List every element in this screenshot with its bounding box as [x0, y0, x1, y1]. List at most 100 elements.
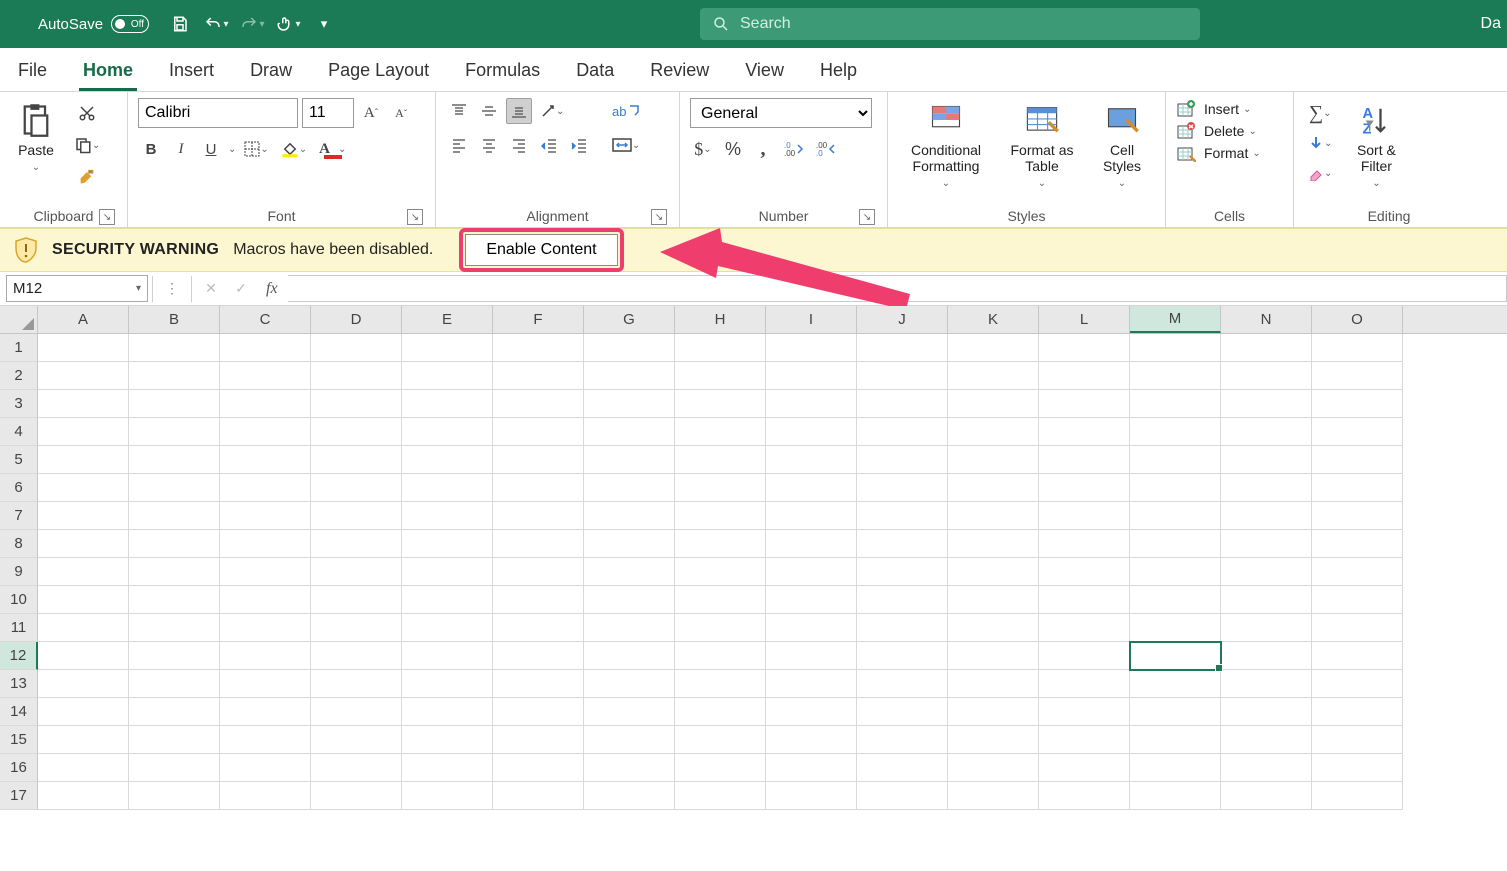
cell[interactable] [129, 530, 220, 558]
cell[interactable] [857, 726, 948, 754]
row-header[interactable]: 1 [0, 334, 38, 362]
cell[interactable] [129, 782, 220, 810]
cell[interactable] [766, 390, 857, 418]
cell[interactable] [493, 586, 584, 614]
cell[interactable] [1039, 474, 1130, 502]
cell[interactable] [1221, 782, 1312, 810]
cell[interactable] [220, 474, 311, 502]
clear-button[interactable]: ⌄ [1304, 160, 1336, 186]
row-header[interactable]: 10 [0, 586, 38, 614]
cell[interactable] [1221, 390, 1312, 418]
cell[interactable] [766, 642, 857, 670]
cell[interactable] [402, 530, 493, 558]
conditional-formatting-button[interactable]: Conditional Formatting⌄ [898, 98, 994, 194]
cell[interactable] [38, 726, 129, 754]
cell[interactable] [38, 334, 129, 362]
row-header[interactable]: 3 [0, 390, 38, 418]
cell[interactable] [766, 530, 857, 558]
cell[interactable] [129, 502, 220, 530]
fill-button[interactable]: ⌄ [1304, 130, 1336, 156]
cell[interactable] [766, 698, 857, 726]
cell[interactable] [1039, 446, 1130, 474]
row-header[interactable]: 9 [0, 558, 38, 586]
cell[interactable] [857, 474, 948, 502]
cell[interactable] [584, 586, 675, 614]
cell[interactable] [1312, 446, 1403, 474]
column-header[interactable]: A [38, 306, 129, 333]
cell[interactable] [1039, 558, 1130, 586]
cell[interactable] [1312, 754, 1403, 782]
cell[interactable] [766, 586, 857, 614]
cell[interactable] [129, 642, 220, 670]
cell[interactable] [1039, 614, 1130, 642]
cell[interactable] [584, 670, 675, 698]
cell[interactable] [220, 390, 311, 418]
cell[interactable] [1130, 754, 1221, 782]
cell[interactable] [220, 418, 311, 446]
search-input[interactable]: Search [700, 8, 1200, 40]
formula-input[interactable] [288, 275, 1507, 302]
cell[interactable] [129, 726, 220, 754]
cell[interactable] [311, 782, 402, 810]
row-header[interactable]: 12 [0, 642, 38, 670]
cell[interactable] [1221, 502, 1312, 530]
shrink-font-button[interactable]: Aˇ [388, 100, 414, 126]
cell[interactable] [1039, 642, 1130, 670]
cell[interactable] [857, 446, 948, 474]
font-color-button[interactable]: A⌄ [315, 136, 350, 162]
dialog-launcher-icon[interactable]: ↘ [859, 209, 875, 225]
sort-filter-button[interactable]: AZ Sort & Filter⌄ [1344, 98, 1408, 194]
name-box[interactable]: M12▾ [6, 275, 148, 302]
cell[interactable] [1130, 334, 1221, 362]
cell[interactable] [1312, 586, 1403, 614]
cell[interactable] [311, 530, 402, 558]
cell[interactable] [1130, 446, 1221, 474]
cell[interactable] [493, 474, 584, 502]
cell[interactable] [38, 670, 129, 698]
enter-formula-button[interactable]: ✓ [226, 275, 256, 303]
tab-help[interactable]: Help [816, 52, 861, 91]
cell[interactable] [1221, 586, 1312, 614]
cell[interactable] [311, 502, 402, 530]
cell[interactable] [402, 614, 493, 642]
cell[interactable] [584, 642, 675, 670]
cell[interactable] [129, 362, 220, 390]
cell[interactable] [1130, 698, 1221, 726]
cell[interactable] [1130, 726, 1221, 754]
row-header[interactable]: 14 [0, 698, 38, 726]
cell[interactable] [311, 642, 402, 670]
cell[interactable] [220, 586, 311, 614]
cell[interactable] [1221, 418, 1312, 446]
cell[interactable] [493, 390, 584, 418]
align-center-button[interactable] [476, 132, 502, 158]
cell[interactable] [1312, 474, 1403, 502]
cell[interactable] [402, 558, 493, 586]
cell[interactable] [766, 782, 857, 810]
cell[interactable] [766, 362, 857, 390]
row-header[interactable]: 7 [0, 502, 38, 530]
column-header[interactable]: G [584, 306, 675, 333]
cell[interactable] [584, 334, 675, 362]
bold-button[interactable]: B [138, 136, 164, 162]
percent-button[interactable]: % [720, 136, 746, 162]
column-header[interactable]: K [948, 306, 1039, 333]
cell[interactable] [402, 362, 493, 390]
cell[interactable] [1130, 558, 1221, 586]
cell[interactable] [948, 390, 1039, 418]
cell[interactable] [857, 754, 948, 782]
cell[interactable] [1130, 530, 1221, 558]
cell[interactable] [1039, 586, 1130, 614]
cell[interactable] [493, 446, 584, 474]
cell[interactable] [584, 418, 675, 446]
column-header[interactable]: B [129, 306, 220, 333]
orientation-button[interactable]: ⌄ [536, 98, 568, 124]
cell[interactable] [402, 726, 493, 754]
cell[interactable] [584, 754, 675, 782]
cell[interactable] [129, 698, 220, 726]
cell[interactable] [857, 614, 948, 642]
cell[interactable] [948, 502, 1039, 530]
cell[interactable] [1039, 754, 1130, 782]
redo-button[interactable]: ▾ [237, 9, 267, 39]
cell[interactable] [675, 502, 766, 530]
cell[interactable] [584, 614, 675, 642]
